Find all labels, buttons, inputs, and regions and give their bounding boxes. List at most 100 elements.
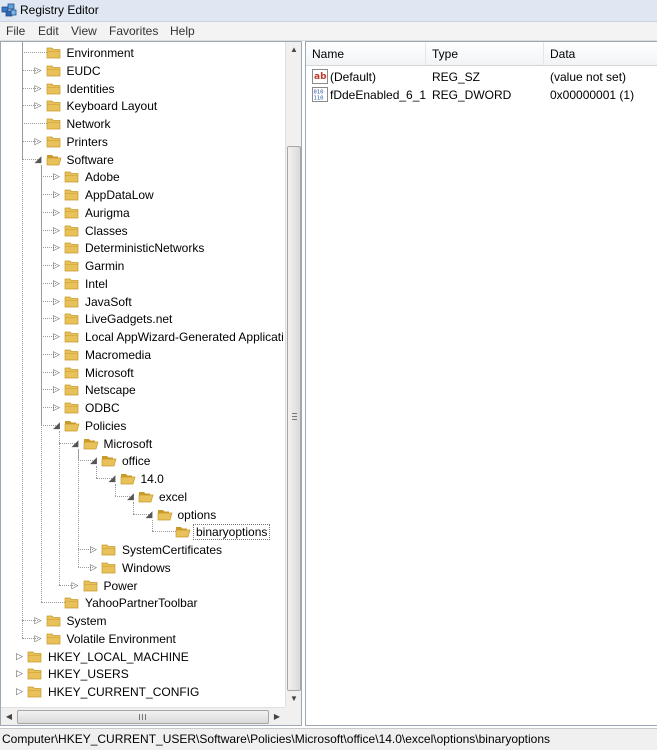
tree-node-microsoft[interactable]: ◢ Microsoft	[1, 435, 284, 453]
tree-node-appdatalow[interactable]: ▷ AppDataLow	[1, 186, 284, 204]
tree-node-label: HKEY_LOCAL_MACHINE	[48, 649, 189, 664]
column-header-data[interactable]: Data	[544, 42, 657, 66]
tree-node-environment[interactable]: Environment	[1, 44, 284, 62]
tree-node-network[interactable]: Network	[1, 115, 284, 133]
tree-connector-line	[77, 448, 79, 567]
menu-edit[interactable]: Edit	[38, 24, 59, 38]
scroll-left-arrow-icon[interactable]: ◀	[1, 708, 17, 725]
tree-node-local-appwizard-generated-applicatio[interactable]: ▷ Local AppWizard-Generated Applicatio	[1, 328, 284, 346]
collapsed-arrow-icon[interactable]: ▷	[34, 83, 43, 93]
collapsed-arrow-icon[interactable]: ▷	[52, 314, 61, 323]
tree-node-aurigma[interactable]: ▷ Aurigma	[1, 204, 284, 222]
tree-node-options[interactable]: ◢ options	[1, 506, 284, 524]
collapsed-arrow-icon[interactable]: ▷	[52, 243, 61, 252]
collapsed-arrow-icon[interactable]: ▷	[52, 172, 61, 181]
collapsed-arrow-icon[interactable]: ▷	[15, 651, 24, 661]
expanded-arrow-icon[interactable]: ◢	[52, 420, 61, 430]
collapsed-arrow-icon[interactable]: ▷	[52, 261, 61, 270]
collapsed-arrow-icon[interactable]: ▷	[52, 207, 61, 217]
collapsed-arrow-icon[interactable]: ▷	[89, 545, 98, 554]
tree-node-volatile-environment[interactable]: ▷ Volatile Environment	[1, 630, 284, 648]
tree-node-hkey-current-config[interactable]: ▷ HKEY_CURRENT_CONFIG	[1, 683, 284, 701]
collapsed-arrow-icon[interactable]: ▷	[34, 633, 43, 643]
collapsed-arrow-icon[interactable]: ▷	[34, 616, 43, 625]
tree-node-power[interactable]: ▷ Power	[1, 577, 284, 595]
collapsed-arrow-icon[interactable]: ▷	[52, 278, 61, 288]
tree-node-label: Volatile Environment	[66, 631, 176, 646]
tree-node-microsoft[interactable]: ▷ Microsoft	[1, 364, 284, 382]
collapsed-arrow-icon[interactable]: ▷	[34, 65, 43, 75]
tree-node-hkey-users[interactable]: ▷ HKEY_USERS	[1, 665, 284, 683]
collapsed-arrow-icon[interactable]: ▷	[52, 332, 61, 341]
tree-node-software[interactable]: ◢ Software	[1, 151, 284, 169]
collapsed-arrow-icon[interactable]: ▷	[15, 669, 24, 678]
collapsed-arrow-icon[interactable]: ▷	[71, 580, 80, 590]
collapsed-arrow-icon[interactable]: ▷	[89, 562, 98, 572]
folder-icon	[101, 562, 116, 574]
collapsed-arrow-icon[interactable]: ▷	[34, 136, 43, 146]
collapsed-arrow-icon[interactable]: ▷	[34, 101, 43, 110]
tree-node-binaryoptions[interactable]: binaryoptions	[1, 523, 284, 541]
tree-node-garmin[interactable]: ▷ Garmin	[1, 257, 284, 275]
tree-node-deterministicnetworks[interactable]: ▷ DeterministicNetworks	[1, 239, 284, 257]
tree-node-livegadgets-net[interactable]: ▷ LiveGadgets.net	[1, 310, 284, 328]
value-name: fDdeEnabled_6_1	[330, 88, 426, 102]
tree-node-printers[interactable]: ▷ Printers	[1, 133, 284, 151]
tree-node-policies[interactable]: ◢ Policies	[1, 417, 284, 435]
menu-file[interactable]: File	[6, 24, 25, 38]
collapsed-arrow-icon[interactable]: ▷	[52, 385, 61, 394]
tree-node-classes[interactable]: ▷ Classes	[1, 222, 284, 240]
folder-icon	[46, 136, 60, 148]
collapsed-arrow-icon[interactable]: ▷	[52, 367, 61, 377]
tree-node-javasoft[interactable]: ▷ JavaSoft	[1, 293, 284, 311]
tree-node-14-0[interactable]: ◢ 14.0	[1, 470, 284, 488]
tree-horizontal-scrollbar[interactable]: ◀ ▶	[1, 707, 285, 725]
column-header-name[interactable]: Name	[306, 42, 426, 66]
tree-node-identities[interactable]: ▷ Identities	[1, 80, 284, 98]
scroll-up-arrow-icon[interactable]: ▲	[286, 42, 301, 58]
menu-favorites[interactable]: Favorites	[109, 24, 158, 38]
tree-node-netscape[interactable]: ▷ Netscape	[1, 381, 284, 399]
expanded-arrow-icon[interactable]: ◢	[34, 154, 43, 164]
tree-node-windows[interactable]: ▷ Windows	[1, 559, 284, 577]
collapsed-arrow-icon[interactable]: ▷	[52, 403, 61, 412]
tree-horizontal-scroll-thumb[interactable]	[17, 710, 269, 724]
expanded-arrow-icon[interactable]: ◢	[71, 438, 80, 448]
scroll-grip-icon	[292, 413, 297, 420]
scroll-down-arrow-icon[interactable]: ▼	[286, 691, 301, 707]
scroll-right-arrow-icon[interactable]: ▶	[269, 708, 285, 725]
tree-node-intel[interactable]: ▷ Intel	[1, 275, 284, 293]
column-header-type[interactable]: Type	[426, 42, 544, 66]
collapsed-arrow-icon[interactable]: ▷	[52, 349, 61, 359]
tree-node-adobe[interactable]: ▷ Adobe	[1, 168, 284, 186]
tree-node-hkey-local-machine[interactable]: ▷ HKEY_LOCAL_MACHINE	[1, 648, 284, 666]
tree-node-system[interactable]: ▷ System	[1, 612, 284, 630]
value-row-default[interactable]: ab (Default) REG_SZ (value not set)	[306, 68, 657, 86]
expanded-arrow-icon[interactable]: ◢	[89, 456, 98, 465]
key-tree-pane[interactable]: Environment ▷ EUDC ▷ Identities ▷ Keyboard Lay…	[0, 41, 302, 726]
tree-node-macromedia[interactable]: ▷ Macromedia	[1, 346, 284, 364]
tree-node-keyboard-layout[interactable]: ▷ Keyboard Layout	[1, 97, 284, 115]
menu-view[interactable]: View	[71, 24, 97, 38]
values-list-pane[interactable]: Name Type Data ab (Default) REG_SZ (valu…	[305, 41, 657, 726]
menu-help[interactable]: Help	[170, 24, 195, 38]
tree-node-label: Aurigma	[85, 205, 130, 220]
tree-vertical-scroll-thumb[interactable]	[287, 146, 301, 691]
tree-node-yahoopartnertoolbar[interactable]: YahooPartnerToolbar	[1, 594, 284, 612]
folder-icon	[46, 633, 60, 645]
tree-node-label: System	[66, 614, 107, 628]
expanded-arrow-icon[interactable]: ◢	[145, 509, 154, 519]
collapsed-arrow-icon[interactable]: ▷	[52, 296, 61, 306]
tree-node-systemcertificates[interactable]: ▷ SystemCertificates	[1, 541, 284, 559]
collapsed-arrow-icon[interactable]: ▷	[15, 687, 24, 696]
collapsed-arrow-icon[interactable]: ▷	[52, 190, 61, 199]
tree-node-office[interactable]: ◢ office	[1, 452, 284, 470]
expanded-arrow-icon[interactable]: ◢	[108, 474, 117, 483]
tree-node-odbc[interactable]: ▷ ODBC	[1, 399, 284, 417]
tree-node-excel[interactable]: ◢ excel	[1, 488, 284, 506]
expanded-arrow-icon[interactable]: ◢	[126, 491, 135, 501]
tree-vertical-scrollbar[interactable]: ▲ ▼	[285, 42, 301, 707]
value-row-fddeenabled[interactable]: 010 110 fDdeEnabled_6_1 REG_DWORD 0x0000…	[306, 86, 657, 104]
tree-node-eudc[interactable]: ▷ EUDC	[1, 62, 284, 80]
collapsed-arrow-icon[interactable]: ▷	[52, 225, 61, 235]
